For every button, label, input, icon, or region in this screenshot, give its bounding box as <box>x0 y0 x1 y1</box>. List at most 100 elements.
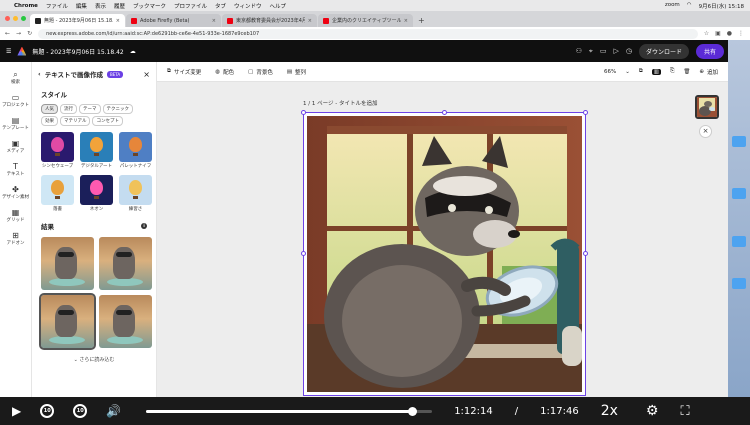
resize-handle[interactable] <box>583 251 588 256</box>
desktop-file-icon[interactable] <box>732 188 746 199</box>
extensions-icon[interactable]: ▣ <box>715 30 721 37</box>
comment-icon[interactable]: ▭ <box>600 47 607 55</box>
zoom-status[interactable]: zoom <box>665 2 680 10</box>
forward-icon[interactable]: → <box>16 30 21 37</box>
desktop-file-icon[interactable] <box>732 236 746 247</box>
fullscreen-icon[interactable]: ⛶ <box>680 404 689 419</box>
reload-icon[interactable]: ↻ <box>27 30 32 37</box>
page-label[interactable]: 1 / 1 ページ - タイトルを追加 <box>303 99 377 107</box>
seek-bar[interactable] <box>146 406 433 416</box>
resize-button[interactable]: ⧉ サイズ変更 <box>167 68 201 76</box>
rail-item-text[interactable]: T テキスト <box>0 162 31 177</box>
download-button[interactable]: ダウンロード <box>638 43 689 59</box>
resize-handle[interactable] <box>301 110 306 115</box>
location-pin-icon[interactable]: ⌖ <box>589 47 593 56</box>
skip-forward-icon[interactable]: 10 <box>73 404 88 418</box>
browser-tab[interactable]: 企業内のクリエイティブツールと × <box>318 14 413 27</box>
browser-tab[interactable]: 無題 - 2023年9月06日 15.18.42 × <box>30 14 125 27</box>
arrange-button[interactable]: ▤ 整列 <box>287 68 306 76</box>
close-icon[interactable]: × <box>143 70 150 79</box>
rail-item-grid[interactable]: ▦ グリッド <box>0 208 31 223</box>
resize-handle[interactable] <box>301 251 306 256</box>
maximize-window-icon[interactable] <box>21 16 26 21</box>
collaborators-icon[interactable]: ⚇ <box>576 47 582 55</box>
browser-menu-icon[interactable]: ⋮ <box>738 30 744 37</box>
tab-close-icon[interactable]: × <box>212 18 216 24</box>
menubar-item[interactable]: 表示 <box>95 2 106 10</box>
result-image[interactable] <box>41 237 94 290</box>
chip-theme[interactable]: テーマ <box>79 104 101 114</box>
style-option[interactable]: ネオン <box>80 175 113 213</box>
load-more-button[interactable]: ⌄ さらに読み込む <box>32 350 156 363</box>
color-button[interactable]: ◍ 配色 <box>215 68 234 76</box>
seek-handle[interactable] <box>407 406 417 416</box>
style-option[interactable]: 落書 <box>41 175 74 213</box>
info-icon[interactable]: i <box>141 223 147 229</box>
gear-icon[interactable]: ⚙ <box>646 403 659 419</box>
menubar-app-name[interactable]: Chrome <box>14 3 38 9</box>
url-field[interactable]: new.express.adobe.com/id/urn:aaid:sc:AP:… <box>38 28 698 39</box>
cloud-icon[interactable]: ☁ <box>130 48 136 55</box>
background-button[interactable]: ▢ 背景色 <box>248 68 273 76</box>
duplicate-icon[interactable]: ⎘ <box>670 68 674 75</box>
add-page-button[interactable]: ⊕ 追加 <box>699 68 718 76</box>
clock[interactable]: 9月6日(水) 15:18 <box>699 2 744 10</box>
menubar-item[interactable]: プロファイル <box>174 2 207 10</box>
rail-item-projects[interactable]: ▭ プロジェクト <box>0 93 31 108</box>
chip-trending[interactable]: 流行 <box>60 104 77 114</box>
menubar-item[interactable]: タブ <box>215 2 226 10</box>
result-image[interactable] <box>99 237 152 290</box>
close-window-icon[interactable] <box>5 16 10 21</box>
result-image-selected[interactable] <box>39 293 96 350</box>
panel-back-icon[interactable]: ‹ <box>38 70 41 78</box>
layers-icon[interactable]: ▥ <box>651 68 661 75</box>
bookmark-star-icon[interactable]: ☆ <box>704 30 709 37</box>
rail-item-design-assets[interactable]: ✤ デザイン素材 <box>0 185 31 200</box>
menubar-item[interactable]: 履歴 <box>114 2 125 10</box>
tab-close-icon[interactable]: × <box>308 18 312 24</box>
resize-handle[interactable] <box>583 110 588 115</box>
rail-item-templates[interactable]: ▤ テンプレート <box>0 116 31 131</box>
style-option[interactable]: パレットナイフ <box>119 132 152 170</box>
desktop-file-icon[interactable] <box>732 136 746 147</box>
generated-raccoon-image[interactable] <box>307 116 582 392</box>
style-option[interactable]: デジタルアート <box>80 132 113 170</box>
pages-icon[interactable]: ⧉ <box>639 68 643 75</box>
menubar-item[interactable]: ブックマーク <box>133 2 166 10</box>
close-thumbnail-icon[interactable]: × <box>699 125 712 138</box>
chevron-down-icon[interactable]: ⌄ <box>625 69 630 75</box>
chip-material[interactable]: マテリアル <box>60 116 91 126</box>
share-button[interactable]: 共有 <box>695 43 724 59</box>
chip-concept[interactable]: コンセプト <box>92 116 123 126</box>
result-image[interactable] <box>99 295 152 348</box>
document-title[interactable]: 無題 - 2023年9月06日 15.18.42 <box>32 47 123 56</box>
present-icon[interactable]: ▷ <box>613 47 618 55</box>
artboard[interactable] <box>303 112 586 396</box>
menu-icon[interactable]: ☰ <box>6 48 11 55</box>
skip-back-icon[interactable]: 10 <box>40 404 55 418</box>
chip-effect[interactable]: 効果 <box>41 116 58 126</box>
style-option[interactable]: シンセウェーブ <box>41 132 74 170</box>
volume-icon[interactable]: 🔊 <box>106 404 121 418</box>
schedule-icon[interactable]: ◷ <box>626 47 632 55</box>
play-icon[interactable]: ▶ <box>12 404 21 418</box>
minimize-window-icon[interactable] <box>13 16 18 21</box>
desktop-file-icon[interactable] <box>732 278 746 289</box>
new-tab-icon[interactable]: + <box>418 16 425 25</box>
menubar-item[interactable]: ファイル <box>46 2 68 10</box>
wifi-icon[interactable]: ◠ <box>687 2 692 10</box>
menubar-item[interactable]: ヘルプ <box>270 2 287 10</box>
rail-item-media[interactable]: ▣ メディア <box>0 139 31 154</box>
profile-avatar[interactable]: ● <box>727 30 732 37</box>
playback-speed-button[interactable]: 2x <box>601 403 618 419</box>
adobe-express-logo-icon[interactable] <box>17 46 27 56</box>
chip-technique[interactable]: テクニック <box>102 104 133 114</box>
chip-popular[interactable]: 人気 <box>41 104 58 114</box>
tab-close-icon[interactable]: × <box>404 18 408 24</box>
page-thumbnail[interactable] <box>695 95 719 119</box>
rail-item-addons[interactable]: ⊞ アドオン <box>0 231 31 246</box>
rail-item-search[interactable]: ⌕ 検索 <box>0 70 31 85</box>
zoom-level[interactable]: 66% <box>604 69 616 75</box>
browser-tab[interactable]: Adobe Firefly (Beta) × <box>126 14 221 27</box>
browser-tab[interactable]: 東京都教育委員会が2023年4月1 × <box>222 14 317 27</box>
